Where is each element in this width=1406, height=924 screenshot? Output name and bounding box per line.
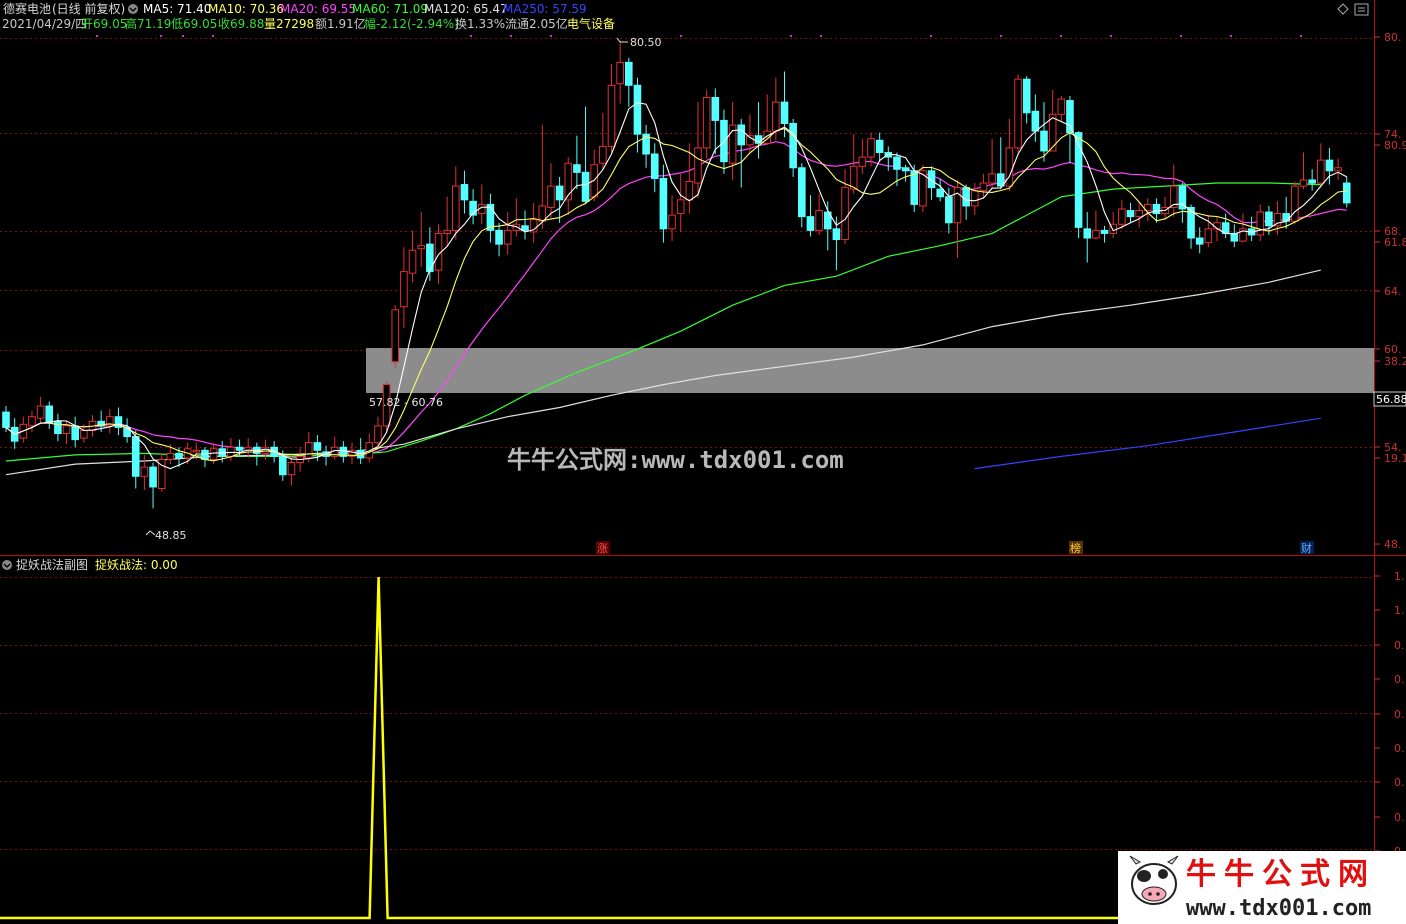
stock-chart-canvas: 德赛电池 (日线 前复权) MA5: 71.40MA10: 70.36MA20:… bbox=[0, 0, 1406, 924]
price-label: 38.2 bbox=[1384, 355, 1406, 368]
event-dot bbox=[790, 35, 792, 37]
candle bbox=[919, 164, 927, 213]
quote-field-8: 换1.33% bbox=[455, 17, 505, 31]
sub-label: 0. bbox=[1394, 742, 1405, 755]
candle bbox=[157, 453, 166, 492]
ma-label-2: MA20: 69.55 bbox=[280, 2, 356, 16]
logo-title: 牛牛公式网 bbox=[1186, 857, 1376, 892]
marker-bang[interactable]: 榜 bbox=[1070, 541, 1081, 555]
price-label: 61.8 bbox=[1384, 236, 1406, 249]
header-row-1: 德赛电池 (日线 前复权) MA5: 71.40MA10: 70.36MA20:… bbox=[3, 1, 587, 16]
sub-label: 1. bbox=[1394, 604, 1405, 617]
event-dot bbox=[1110, 35, 1112, 37]
candle bbox=[1291, 181, 1299, 225]
quote-field-0: 2021/04/29/四 bbox=[2, 17, 87, 31]
event-dot bbox=[212, 35, 214, 37]
logo-watermark: 牛牛公式网 www.tdx001.com bbox=[1118, 851, 1406, 924]
sub-dropdown-icon[interactable] bbox=[2, 560, 12, 570]
price-label: 48. bbox=[1384, 538, 1402, 551]
quote-field-1: 开69.05 bbox=[81, 17, 127, 31]
event-dot bbox=[160, 35, 162, 37]
event-dot bbox=[820, 35, 822, 37]
price-label: 19.1 bbox=[1384, 452, 1406, 465]
band-range-label: 57.82 - 60.76 bbox=[369, 396, 443, 409]
event-dot bbox=[550, 35, 552, 37]
high-label: 80.50 bbox=[630, 36, 662, 49]
sub-label: 1. bbox=[1394, 570, 1405, 583]
price-label: 80.9 bbox=[1384, 139, 1406, 152]
event-dot bbox=[1230, 35, 1232, 37]
ma-label-1: MA10: 70.36 bbox=[208, 2, 284, 16]
event-dot bbox=[1000, 35, 1002, 37]
marker-zhang[interactable]: 涨 bbox=[597, 542, 608, 555]
sub-indicator: 捉妖战法: 0.00 bbox=[95, 557, 178, 572]
event-dot bbox=[1180, 35, 1182, 37]
candle bbox=[702, 89, 711, 159]
sub-label: 0. bbox=[1394, 811, 1405, 824]
event-dot bbox=[930, 35, 932, 37]
event-dot bbox=[470, 35, 472, 37]
event-dot bbox=[1300, 35, 1302, 37]
event-dot bbox=[680, 35, 682, 37]
sub-label: 0. bbox=[1394, 776, 1405, 789]
cow-logo-icon bbox=[1129, 855, 1179, 905]
price-label: 80. bbox=[1384, 31, 1402, 44]
event-dot bbox=[510, 35, 512, 37]
candle bbox=[789, 118, 797, 177]
ma-label-5: MA250: 57.59 bbox=[503, 2, 587, 16]
low-label: 48.85 bbox=[155, 529, 187, 542]
marker-cai[interactable]: 财 bbox=[1301, 541, 1312, 555]
quote-field-2: 高71.19 bbox=[125, 16, 171, 31]
stock-name[interactable]: 德赛电池 bbox=[3, 1, 51, 16]
ma-dropdown-icon[interactable] bbox=[128, 4, 138, 14]
ma-legend: MA5: 71.40MA10: 70.36MA20: 69.55MA60: 71… bbox=[143, 2, 587, 16]
candle bbox=[391, 305, 400, 368]
event-dot bbox=[182, 35, 184, 37]
logo-url: www.tdx001.com bbox=[1186, 896, 1371, 921]
quote-field-5: 量27298 bbox=[264, 17, 314, 31]
header-row-2: 2021/04/29/四开69.05高71.19 低69.05 收69.88 量272… bbox=[2, 16, 615, 31]
price-label: 56.88 bbox=[1376, 393, 1406, 406]
quote-field-10: 电气设备 bbox=[567, 16, 615, 31]
event-dot bbox=[1060, 35, 1062, 37]
center-watermark: 牛牛公式网:www.tdx001.com bbox=[507, 446, 844, 474]
candle bbox=[1014, 74, 1022, 153]
price-label: 64. bbox=[1384, 285, 1402, 298]
ma-label-0: MA5: 71.40 bbox=[143, 2, 211, 16]
quote-field-3: 低69.05 bbox=[171, 17, 217, 31]
sub-title[interactable]: 捉妖战法副图 bbox=[16, 557, 88, 572]
quote-field-9: 流通2.05亿 bbox=[505, 16, 568, 31]
ma-label-4: MA120: 65.47 bbox=[424, 2, 508, 16]
sub-label: 0. bbox=[1394, 639, 1405, 652]
candle bbox=[1074, 131, 1083, 239]
quote-field-7: 幅-2.12(-2.94%) bbox=[364, 16, 459, 31]
period-label[interactable]: (日线 前复权) bbox=[52, 1, 125, 16]
sub-label: 0. bbox=[1394, 708, 1405, 721]
event-dot bbox=[96, 35, 98, 37]
ma-label-3: MA60: 71.09 bbox=[352, 2, 428, 16]
sub-label: 0. bbox=[1394, 673, 1405, 686]
quote-field-6: 额1.91亿 bbox=[315, 16, 366, 31]
quote-field-4: 收69.88 bbox=[218, 17, 264, 31]
